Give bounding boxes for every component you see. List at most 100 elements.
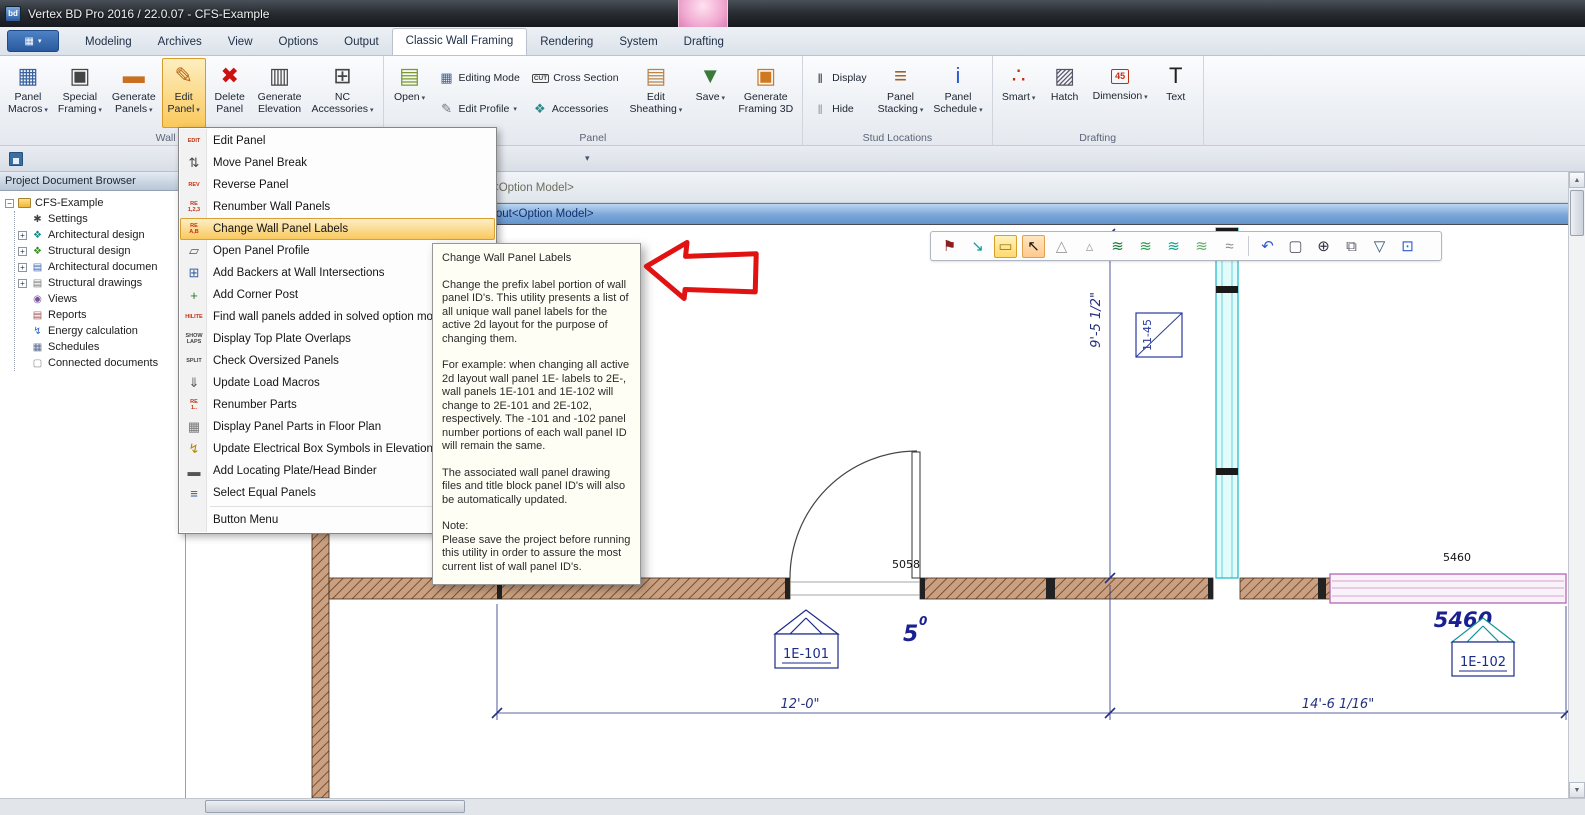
menu-item-edit-panel[interactable]: EDITEdit Panel: [180, 130, 495, 152]
tree-item-architectural-documen[interactable]: +▤Architectural documen: [18, 259, 185, 275]
expand-toggle[interactable]: +: [18, 263, 27, 272]
tree-item-label: Structural design: [48, 245, 131, 257]
tab-classic-wall-framing[interactable]: Classic Wall Framing: [392, 28, 528, 55]
expand-toggle[interactable]: +: [18, 247, 27, 256]
tree-item-schedules[interactable]: ▦Schedules: [18, 339, 185, 355]
ribbon-button-dimension[interactable]: 45Dimension ▾: [1089, 58, 1152, 128]
generate-panels-label: GeneratePanels ▾: [112, 91, 156, 117]
toolbar-separator: [1248, 236, 1249, 256]
expand-toggle[interactable]: +: [18, 279, 27, 288]
ribbon-button-generate-framing-3d[interactable]: ▣GenerateFraming 3D: [734, 58, 797, 128]
tree-item-settings[interactable]: ✱Settings: [18, 211, 185, 227]
select-cursor-icon[interactable]: ↖: [1022, 235, 1045, 258]
ribbon-group-row: ∴Smart ▾▨Hatch45Dimension ▾TText: [997, 58, 1198, 128]
ribbon-button-generate-elevation[interactable]: ▥GenerateElevation: [254, 58, 306, 128]
tab-view[interactable]: View: [215, 30, 266, 55]
horizontal-scroll-thumb[interactable]: [205, 800, 465, 813]
application-menu-button[interactable]: ▦▾: [7, 30, 59, 52]
ribbon-button-edit-sheathing[interactable]: ▤EditSheathing ▾: [626, 58, 687, 128]
ribbon-button-smart[interactable]: ∴Smart ▾: [997, 58, 1041, 128]
ribbon-button-panel-stacking[interactable]: ≡PanelStacking ▾: [874, 58, 928, 128]
ribbon-button-cross-section[interactable]: CUTCross Section: [527, 67, 624, 89]
tree-root-cfs-example[interactable]: − CFS-Example: [5, 195, 185, 211]
polygon-icon[interactable]: △: [1050, 235, 1073, 258]
tree-item-connected-documents[interactable]: ▢Connected documents: [18, 355, 185, 371]
expand-toggle[interactable]: +: [18, 231, 27, 240]
tree-item-views[interactable]: ◉Views: [18, 291, 185, 307]
ribbon-button-hide-studs[interactable]: ‖Hide: [807, 98, 871, 120]
zoom-extents-icon[interactable]: ↘: [966, 235, 989, 258]
add-corner-post-icon: +: [184, 288, 204, 303]
scroll-down-arrow[interactable]: ▼: [1569, 782, 1585, 798]
undo-icon[interactable]: ↶: [1256, 235, 1279, 258]
panel-bar-options-chevron[interactable]: ▾: [585, 153, 590, 164]
polygon-dashed-icon[interactable]: ▵: [1078, 235, 1101, 258]
tree-item-structural-design[interactable]: +❖Structural design: [18, 243, 185, 259]
document-tree: − CFS-Example ✱Settings+❖Architectural d…: [0, 191, 185, 371]
fit-window-icon[interactable]: ⊡: [1396, 235, 1419, 258]
dimension-label-bottom-right: 14'-6 1/16": [1302, 697, 1374, 712]
renumber-wall-panels-icon: RE 1,2,3: [184, 201, 204, 213]
tab-drafting[interactable]: Drafting: [671, 30, 737, 55]
display-studs-label: Display: [832, 72, 866, 84]
tab-rendering[interactable]: Rendering: [527, 30, 606, 55]
tree-item-label: Settings: [48, 213, 88, 225]
tree-item-architectural-design[interactable]: +❖Architectural design: [18, 227, 185, 243]
root-collapse-toggle[interactable]: −: [5, 199, 14, 208]
structural-drawings-icon: ▤: [31, 278, 44, 289]
ribbon-button-edit-panel[interactable]: ✎EditPanel ▾: [162, 58, 206, 128]
menu-item-change-wall-panel-labels[interactable]: RE A,BChange Wall Panel Labels: [180, 218, 495, 240]
panel-macros-icon: ▦: [18, 61, 39, 91]
marquee-icon[interactable]: ▢: [1284, 235, 1307, 258]
ribbon-button-panel-macros[interactable]: ▦PanelMacros ▾: [4, 58, 52, 128]
ribbon-button-generate-panels[interactable]: ▬GeneratePanels ▾: [108, 58, 160, 128]
tree-item-label: Architectural documen: [48, 261, 157, 273]
tree-item-energy-calculation[interactable]: ↯Energy calculation: [18, 323, 185, 339]
active-window-title: rout<Option Model>: [492, 208, 594, 220]
menu-item-renumber-wall-panels[interactable]: RE 1,2,3Renumber Wall Panels: [180, 196, 495, 218]
accessories-label: Accessories: [552, 103, 609, 115]
tab-modeling[interactable]: Modeling: [72, 30, 145, 55]
vertical-scrollbar[interactable]: ▲ ▼: [1568, 172, 1585, 798]
ribbon-button-delete-panel[interactable]: ✖DeletePanel: [208, 58, 252, 128]
panel-schedule-icon: i: [956, 61, 961, 91]
tab-options[interactable]: Options: [266, 30, 332, 55]
tree-item-reports[interactable]: ▤Reports: [18, 307, 185, 323]
menu-item-label: Update Load Macros: [213, 377, 320, 389]
spline-icon[interactable]: ≈: [1218, 235, 1241, 258]
tab-system[interactable]: System: [606, 30, 670, 55]
hatch-layer-icon-4[interactable]: ≋: [1190, 235, 1213, 258]
tree-item-structural-drawings[interactable]: +▤Structural drawings: [18, 275, 185, 291]
ribbon-button-open-panel[interactable]: ▤Open ▾: [388, 58, 432, 128]
ribbon-button-text-tool[interactable]: TText: [1154, 58, 1198, 128]
ribbon-button-nc-accessories[interactable]: ⊞NCAccessories ▾: [307, 58, 377, 128]
ribbon-button-editing-mode[interactable]: ▦Editing Mode: [434, 67, 525, 89]
ribbon-button-hatch[interactable]: ▨Hatch: [1043, 58, 1087, 128]
hatch-layer-icon-2[interactable]: ≋: [1134, 235, 1157, 258]
pin-icon[interactable]: ⚑: [938, 235, 961, 258]
ribbon-button-edit-profile[interactable]: ✎Edit Profile▾: [434, 98, 525, 120]
menu-item-reverse-panel[interactable]: REVReverse Panel: [180, 174, 495, 196]
ribbon-button-special-framing[interactable]: ▣SpecialFraming ▾: [54, 58, 106, 128]
scroll-up-arrow[interactable]: ▲: [1569, 172, 1585, 188]
copy-icon[interactable]: ⧉: [1340, 235, 1363, 258]
save-quick-button[interactable]: [9, 152, 23, 166]
hatch-layer-icon-3[interactable]: ≋: [1162, 235, 1185, 258]
hatch-layer-icon-1[interactable]: ≋: [1106, 235, 1129, 258]
save-panel-icon: ▼: [699, 61, 721, 91]
tooltip-note: Please save the project before running t…: [442, 534, 631, 575]
tab-output[interactable]: Output: [331, 30, 392, 55]
zoom-icon[interactable]: ⊕: [1312, 235, 1335, 258]
tree-item-label: Energy calculation: [48, 325, 138, 337]
filter-icon[interactable]: ▽: [1368, 235, 1391, 258]
tab-archives[interactable]: Archives: [145, 30, 215, 55]
ribbon-button-display-studs[interactable]: ‖Display: [807, 67, 871, 89]
menu-item-move-panel-break[interactable]: ⇅Move Panel Break: [180, 152, 495, 174]
ribbon-tabs: ModelingArchivesViewOptionsOutputClassic…: [72, 27, 737, 55]
ribbon-button-panel-schedule[interactable]: iPanelSchedule ▾: [929, 58, 986, 128]
ribbon-button-accessories[interactable]: ❖Accessories: [527, 98, 624, 120]
vertical-scroll-thumb[interactable]: [1570, 190, 1584, 236]
ribbon-button-save-panel[interactable]: ▼Save ▾: [688, 58, 732, 128]
nc-accessories-label: NCAccessories ▾: [311, 91, 373, 117]
measure-icon[interactable]: ▭: [994, 235, 1017, 258]
